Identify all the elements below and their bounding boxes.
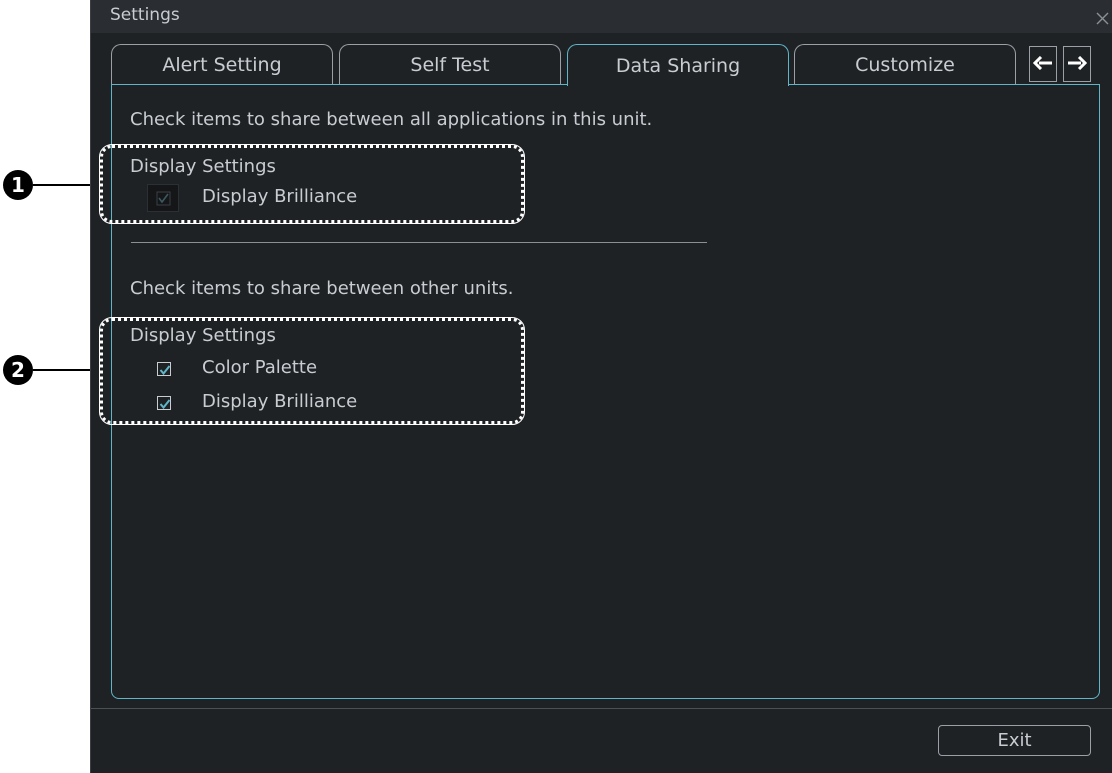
arrow-right-icon	[1067, 55, 1088, 74]
tab-data-sharing[interactable]: Data Sharing	[567, 44, 789, 86]
arrow-left-icon	[1032, 55, 1053, 74]
section-divider	[131, 242, 707, 243]
tab-customize[interactable]: Customize	[794, 44, 1016, 84]
settings-window: Settings Alert Setting Self Test Data Sh…	[90, 0, 1112, 773]
section1-instruction: Check items to share between all applica…	[130, 109, 653, 130]
exit-button-label: Exit	[997, 730, 1032, 751]
exit-button[interactable]: Exit	[938, 725, 1091, 756]
callout-number: 1	[11, 173, 25, 197]
tab-scroll-right-button[interactable]	[1063, 46, 1091, 82]
footer-divider	[91, 708, 1112, 709]
title-bar: Settings	[91, 0, 1112, 33]
tab-self-test[interactable]: Self Test	[339, 44, 561, 84]
callout-box-1	[99, 144, 525, 224]
callout-marker-1: 1	[3, 170, 33, 200]
section2-instruction: Check items to share between other units…	[130, 278, 514, 299]
callout-leader-2	[33, 369, 97, 371]
callout-number: 2	[11, 358, 25, 382]
tab-label: Alert Setting	[162, 53, 282, 76]
close-icon[interactable]	[1096, 10, 1109, 25]
window-title: Settings	[110, 5, 180, 25]
tab-label: Self Test	[410, 53, 490, 76]
tab-label: Data Sharing	[615, 54, 741, 77]
callout-marker-2: 2	[3, 355, 33, 385]
tab-label: Customize	[855, 53, 955, 76]
tab-scroll-left-button[interactable]	[1029, 46, 1057, 82]
callout-box-2	[99, 317, 525, 425]
tab-alert-setting[interactable]: Alert Setting	[111, 44, 333, 84]
callout-leader-1	[33, 184, 97, 186]
